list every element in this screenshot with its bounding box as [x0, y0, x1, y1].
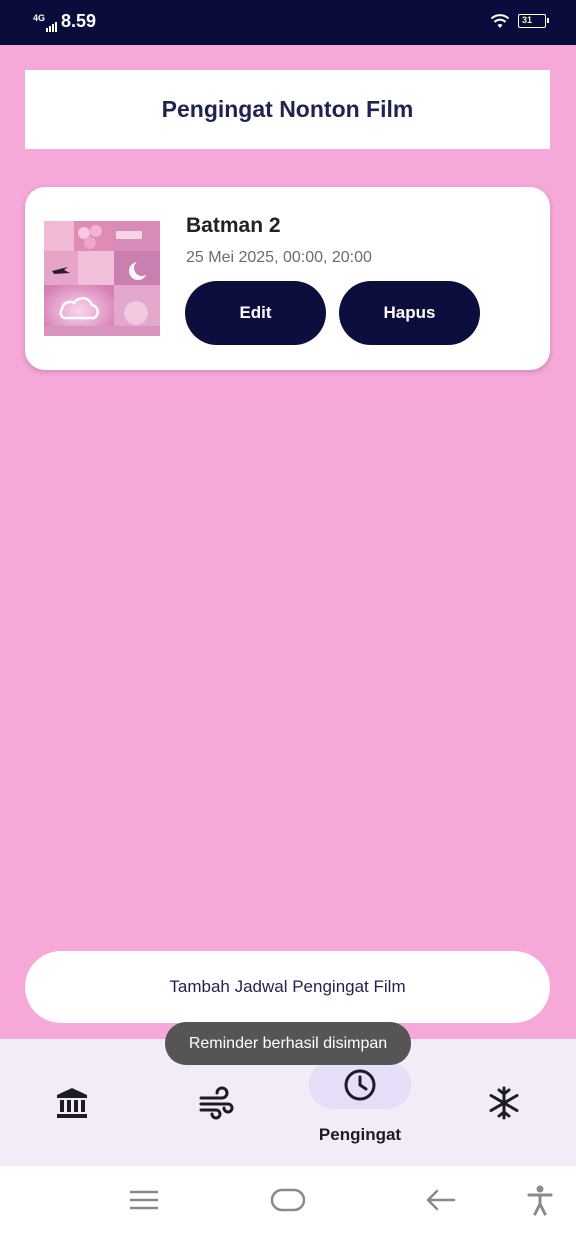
- status-left: 4G 8.59: [33, 11, 96, 32]
- nav-label-pengingat: Pengingat: [318, 1125, 402, 1144]
- clock-time: 8.59: [61, 11, 97, 31]
- movie-title: Batman 2: [186, 214, 281, 237]
- movie-schedule: 25 Mei 2025, 00:00, 20:00: [186, 249, 372, 266]
- snowflake-icon: [486, 1085, 522, 1121]
- add-reminder-button[interactable]: Tambah Jadwal Pengingat Film: [25, 951, 550, 1023]
- wind-icon: [198, 1085, 234, 1121]
- menu-icon[interactable]: [126, 1183, 162, 1217]
- nav-item-bank[interactable]: [0, 1039, 144, 1166]
- clock-icon: [342, 1067, 378, 1103]
- battery-level: 31: [522, 15, 533, 25]
- status-right: 31: [490, 13, 549, 29]
- back-icon[interactable]: [422, 1183, 458, 1217]
- wifi-icon: [490, 14, 510, 28]
- page-title: Pengingat Nonton Film: [161, 96, 414, 122]
- reminder-card: Batman 2 25 Mei 2025, 00:00, 20:00 Edit …: [25, 187, 550, 370]
- nav-item-snowflake[interactable]: [432, 1039, 576, 1166]
- app-header: Pengingat Nonton Film: [25, 70, 550, 149]
- status-bar: 4G 8.59 31: [0, 0, 576, 45]
- battery-icon: 31: [518, 14, 549, 28]
- delete-button[interactable]: Hapus: [339, 281, 480, 345]
- edit-button[interactable]: Edit: [185, 281, 326, 345]
- system-navigation-bar: [0, 1166, 576, 1234]
- network-type: 4G: [33, 13, 46, 23]
- home-icon[interactable]: [270, 1183, 306, 1217]
- toast-message: Reminder berhasil disimpan: [165, 1022, 411, 1065]
- bank-icon: [54, 1085, 90, 1121]
- movie-poster-image: [44, 221, 160, 336]
- accessibility-icon[interactable]: [522, 1183, 558, 1217]
- signal-icon: [46, 22, 58, 32]
